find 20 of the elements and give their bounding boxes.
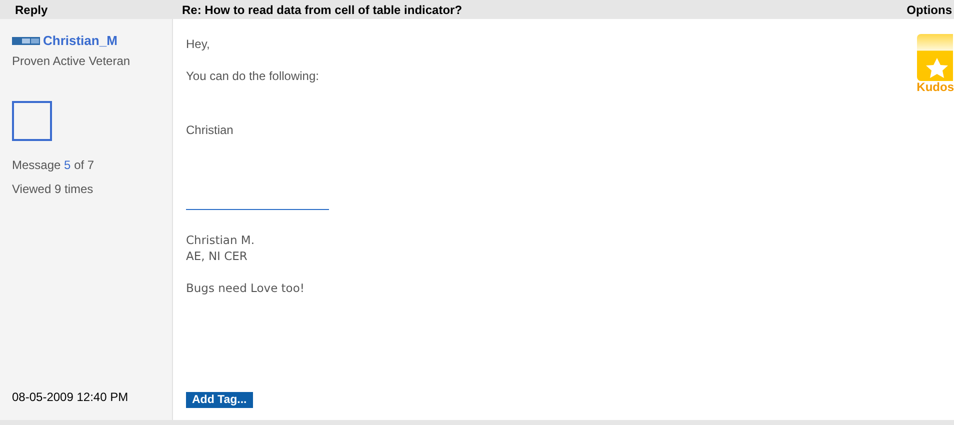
author-name-link[interactable]: Christian_M <box>43 31 118 50</box>
options-menu[interactable]: Options <box>906 0 954 18</box>
column-header: Reply <box>14 2 49 18</box>
view-count: Viewed 9 times <box>12 180 94 198</box>
post-date: 08-05-2009 12:40 PM <box>12 389 130 406</box>
message-total: of 7 <box>74 158 94 172</box>
signature-line: Bugs need Love too! <box>186 280 306 296</box>
message-text: You can do the following: <box>186 68 320 85</box>
add-tag-button[interactable]: Add Tag... <box>186 392 253 408</box>
avatar-placeholder <box>12 100 52 140</box>
message-label: Message <box>12 158 61 172</box>
signature-line: AE, NI CER <box>186 248 248 264</box>
message-number-link[interactable]: 5 <box>64 158 71 172</box>
rank-icon <box>12 36 40 45</box>
signature-line: Christian M. <box>186 232 256 248</box>
message-text: Christian <box>186 122 234 139</box>
author-rank: Proven Active Veteran <box>12 52 132 70</box>
message-text: Hey, <box>186 36 211 53</box>
kudos-star-icon[interactable] <box>917 34 954 81</box>
message-subject: Re: How to read data from cell of table indicator? <box>181 2 464 18</box>
